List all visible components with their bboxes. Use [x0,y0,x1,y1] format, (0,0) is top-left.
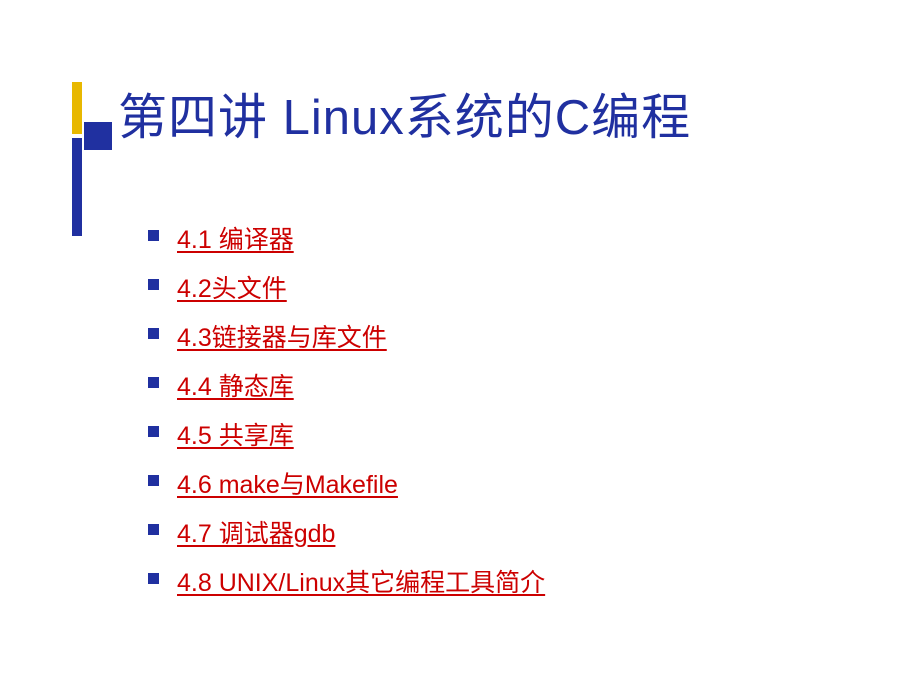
toc-item: 4.5 共享库 [148,416,545,456]
toc-item: 4.1 编译器 [148,220,545,260]
toc-item: 4.3链接器与库文件 [148,318,545,358]
bullet-icon [148,279,159,290]
toc-link-4-3[interactable]: 4.3链接器与库文件 [177,318,387,358]
toc-item: 4.4 静态库 [148,367,545,407]
toc-list: 4.1 编译器 4.2头文件 4.3链接器与库文件 4.4 静态库 4.5 共享… [148,220,545,612]
bullet-icon [148,230,159,241]
toc-item: 4.8 UNIX/Linux其它编程工具简介 [148,563,545,603]
toc-link-4-4[interactable]: 4.4 静态库 [177,367,294,407]
bullet-icon [148,426,159,437]
bullet-icon [148,377,159,388]
toc-link-4-1[interactable]: 4.1 编译器 [177,220,294,260]
toc-link-4-7[interactable]: 4.7 调试器gdb [177,514,335,554]
bullet-icon [148,328,159,339]
toc-link-4-5[interactable]: 4.5 共享库 [177,416,294,456]
toc-link-4-6[interactable]: 4.6 make与Makefile [177,465,398,505]
toc-item: 4.7 调试器gdb [148,514,545,554]
accent-square-blue [84,122,112,150]
bullet-icon [148,524,159,535]
page-title: 第四讲 Linux系统的C编程 [118,78,691,149]
accent-bar-yellow [72,82,82,134]
bullet-icon [148,475,159,486]
accent-bar-blue [72,138,82,236]
bullet-icon [148,573,159,584]
toc-item: 4.6 make与Makefile [148,465,545,505]
toc-item: 4.2头文件 [148,269,545,309]
toc-link-4-8[interactable]: 4.8 UNIX/Linux其它编程工具简介 [177,563,545,603]
toc-link-4-2[interactable]: 4.2头文件 [177,269,287,309]
